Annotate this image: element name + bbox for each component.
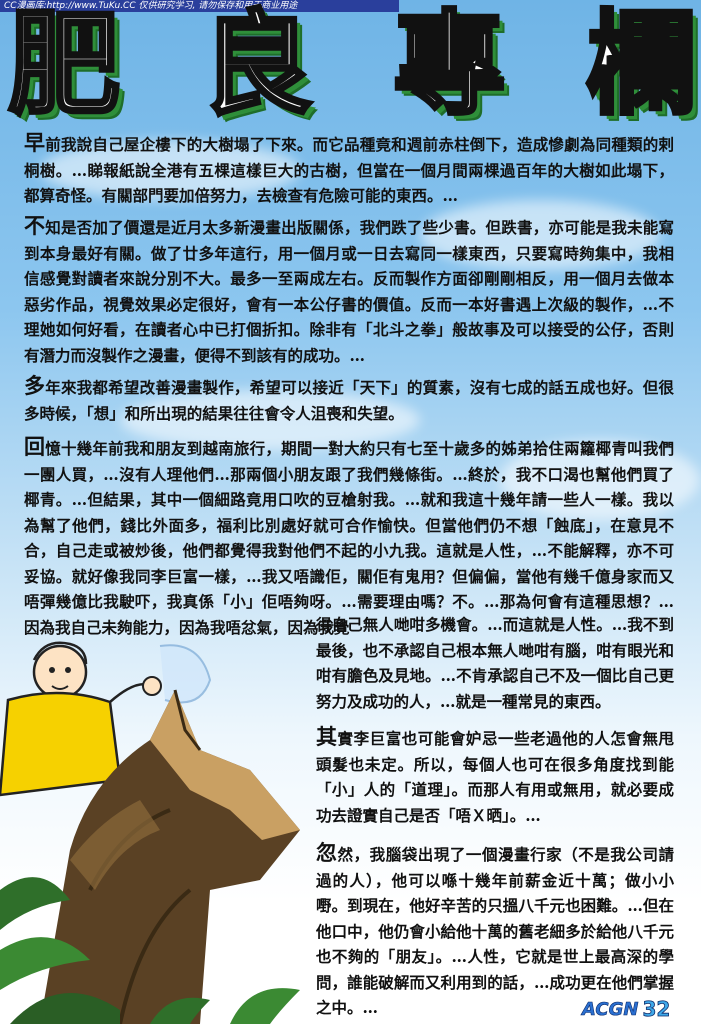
title-char: 良	[199, 0, 315, 130]
article-paragraph: 多年來我都希望改善漫畫製作，希望可以接近「天下」的質素，沒有七成的話五成也好。但…	[24, 373, 674, 426]
drop-cap: 回	[24, 434, 46, 459]
drop-cap: 不	[24, 213, 46, 238]
drop-cap: 多	[24, 373, 46, 398]
paragraph-text: 憶十幾年前我和朋友到越南旅行，期間一對大約只有七至十歲多的姊弟拾住兩籮椰青叫我們…	[24, 439, 674, 637]
column-title: 肥 良 專 欄	[6, 0, 700, 130]
magazine-logo: ACGN	[582, 998, 639, 1020]
magazine-page: CC漫画库:http://www.TuKu.CC 仅供研究学习, 请勿保存和用于…	[0, 0, 701, 1024]
paragraph-text: 年來我都希望改善漫畫製作，希望可以接近「天下」的質素，沒有七成的話五成也好。但很…	[24, 378, 674, 423]
article-paragraph: 早前我說自己屋企樓下的大樹塌了下來。而它品種竟和週前赤柱倒下，造成慘劇為同種類的…	[24, 130, 674, 209]
title-char: 欄	[584, 0, 700, 130]
title-char: 專	[391, 0, 507, 130]
title-char: 肥	[6, 0, 122, 130]
article-paragraph: 忽然，我腦袋出現了一個漫畫行家（不是我公司請過的人），他可以喺十幾年前薪金近十萬…	[316, 840, 674, 1021]
page-number: 32	[642, 997, 671, 1022]
broken-tree-illustration	[0, 630, 320, 1024]
article-paragraph: 得自己無人哋咁多機會。…而這就是人性。…我不到最後，也不承認自己根本無人哋咁有腦…	[316, 612, 674, 714]
paragraph-text: 然，我腦袋出現了一個漫畫行家（不是我公司請過的人），他可以喺十幾年前薪金近十萬；…	[316, 845, 674, 1017]
paragraph-text: 得自己無人哋咁多機會。…而這就是人性。…我不到最後，也不承認自己根本無人哋咁有腦…	[316, 615, 674, 711]
article-paragraph: 回憶十幾年前我和朋友到越南旅行，期間一對大約只有七至十歲多的姊弟拾住兩籮椰青叫我…	[24, 434, 674, 640]
article-paragraph: 其實李巨富也可能會妒忌一些老過他的人怎會無甩頭髮也未定。所以，每個人也可在很多角…	[316, 724, 674, 828]
paragraph-text: 知是否加了價還是近月太多新漫畫出版關係，我們跌了些少書。但跌書，亦可能是我未能寫…	[24, 218, 674, 365]
drop-cap: 早	[24, 130, 46, 155]
paragraph-text: 前我說自己屋企樓下的大樹塌了下來。而它品種竟和週前赤柱倒下，造成慘劇為同種類的剌…	[24, 135, 674, 205]
article-paragraph: 不知是否加了價還是近月太多新漫畫出版關係，我們跌了些少書。但跌書，亦可能是我未能…	[24, 213, 674, 368]
magazine-footer: ACGN 32	[582, 996, 692, 1022]
paragraph-text: 實李巨富也可能會妒忌一些老過他的人怎會無甩頭髮也未定。所以，每個人也可在很多角度…	[316, 729, 674, 825]
